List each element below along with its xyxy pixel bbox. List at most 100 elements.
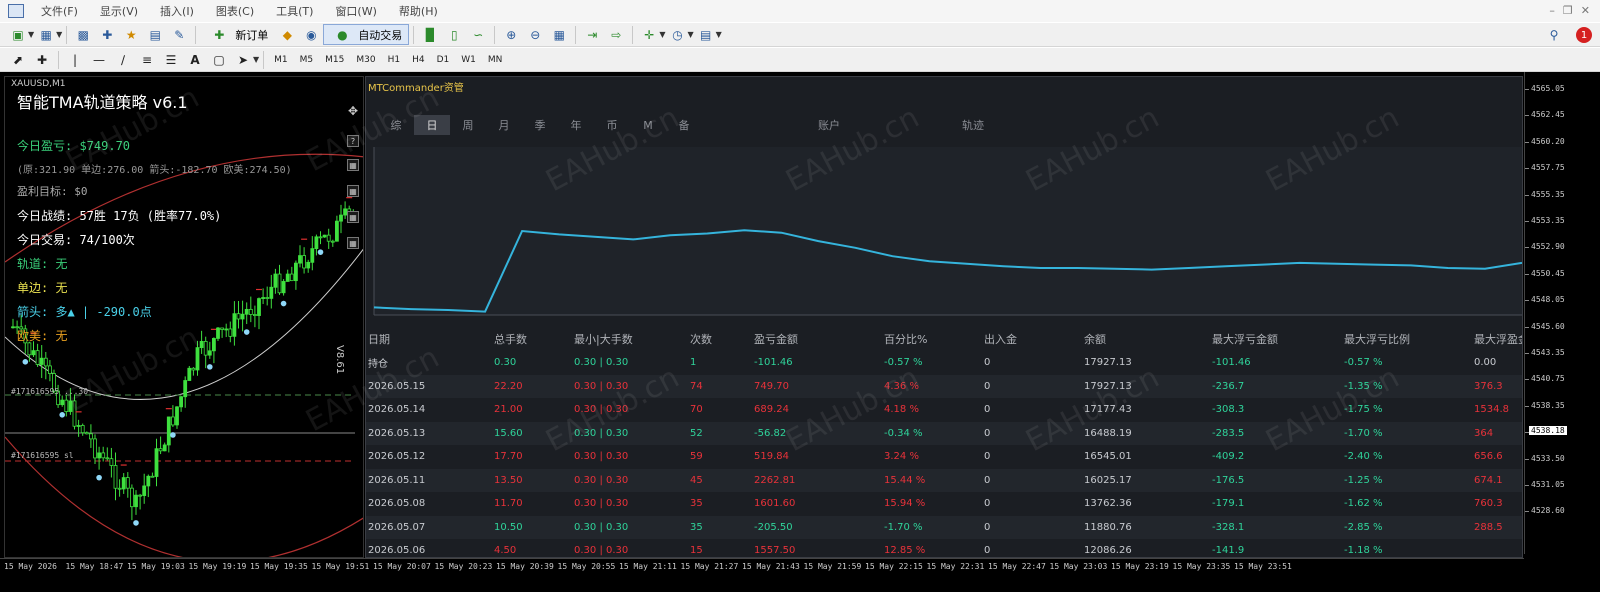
price-chart[interactable]: XAUUSD,M1 智能TMA轨道策略 v6.1 今日盈亏: $749.70 (… <box>4 76 364 558</box>
fibonacci-icon[interactable]: ☰ <box>161 50 181 70</box>
stoploss-tag[interactable]: #171616595 sl <box>11 451 74 460</box>
timeframe-d1[interactable]: D1 <box>431 55 456 65</box>
chart-window[interactable]: XAUUSD,M1 智能TMA轨道策略 v6.1 今日盈亏: $749.70 (… <box>0 72 1600 592</box>
crosshair-icon[interactable]: ✚ <box>32 50 52 70</box>
timeframe-m30[interactable]: M30 <box>350 55 381 65</box>
cursor-icon[interactable]: ⬈ <box>8 50 28 70</box>
tab-currency[interactable]: 币 <box>594 115 630 135</box>
table-row[interactable]: 持仓 0.30 0.30 | 0.30 1 -101.46 -0.57 % 0 17927.1… <box>366 351 1522 375</box>
table-row[interactable]: 2026.05.08 11.70 0.30 | 0.30 35 1601.60 15.94… <box>366 492 1522 516</box>
timeframe-h1[interactable]: H1 <box>382 55 407 65</box>
indicators-dropdown-icon[interactable]: ▼ <box>659 30 665 39</box>
chart-shift-icon[interactable]: ⇥ <box>582 25 602 45</box>
tab-notes[interactable]: 备 <box>666 115 702 135</box>
periods-icon[interactable]: ◷ <box>667 25 687 45</box>
trendline-icon[interactable]: ∕ <box>113 50 133 70</box>
new-chart-dropdown-icon[interactable]: ▼ <box>28 30 34 39</box>
arrows-icon[interactable]: ➤ <box>233 50 253 70</box>
terminal-icon[interactable]: ▤ <box>145 25 165 45</box>
column-header[interactable]: 余额 <box>1084 327 1212 351</box>
column-header[interactable]: 最大浮盈金 <box>1474 327 1522 351</box>
menu-file[interactable]: 文件(F) <box>30 3 89 19</box>
timeframe-m15[interactable]: M15 <box>319 55 350 65</box>
arrows-dropdown-icon[interactable]: ▼ <box>253 55 259 64</box>
tab-track[interactable]: 轨迹 <box>962 117 984 133</box>
table-row[interactable]: 2026.05.15 22.20 0.30 | 0.30 74 749.70 4.36 %… <box>366 374 1522 398</box>
column-header[interactable]: 出入金 <box>984 327 1084 351</box>
tab-week[interactable]: 周 <box>450 115 486 135</box>
column-header[interactable]: 最大浮亏金额 <box>1212 327 1344 351</box>
new-order-button[interactable]: ✚ 新订单 <box>200 24 275 45</box>
tab-month[interactable]: 月 <box>486 115 522 135</box>
time-axis[interactable]: 15 May 2026 15 May 18:47 15 May 19:03 15 Ma… <box>0 558 1524 574</box>
help-icon[interactable]: ? <box>347 135 359 147</box>
timeframe-h4[interactable]: H4 <box>406 55 431 65</box>
menu-charts[interactable]: 图表(C) <box>205 3 265 19</box>
menu-view[interactable]: 显示(V) <box>89 3 149 19</box>
column-header[interactable]: 日期 <box>366 327 494 351</box>
tab-year[interactable]: 年 <box>558 115 594 135</box>
table-row[interactable]: 2026.05.12 17.70 0.30 | 0.30 59 519.84 3.24 %… <box>366 445 1522 469</box>
profiles-icon[interactable]: ▦ <box>36 25 56 45</box>
line-chart-icon[interactable]: ∽ <box>468 25 488 45</box>
channel-icon[interactable]: ≡ <box>137 50 157 70</box>
menu-tools[interactable]: 工具(T) <box>265 3 324 19</box>
price-axis[interactable]: 4565.05 4562.45 4560.20 4557.75 4555.35 4553.… <box>1524 72 1600 554</box>
menu-insert[interactable]: 插入(I) <box>149 3 205 19</box>
community-icon[interactable]: ◉ <box>301 25 321 45</box>
auto-scroll-icon[interactable]: ⇨ <box>606 25 626 45</box>
tab-summary[interactable]: 综 <box>378 115 414 135</box>
panel-button-3[interactable]: ▦ <box>347 211 359 223</box>
horizontal-line-icon[interactable]: — <box>89 50 109 70</box>
tile-windows-icon[interactable]: ▦ <box>549 25 569 45</box>
column-header[interactable]: 百分比% <box>884 327 984 351</box>
menu-window[interactable]: 窗口(W) <box>324 3 387 19</box>
order-tag[interactable]: #171616595 ...30 <box>11 387 88 396</box>
tab-account[interactable]: 账户 <box>818 117 840 133</box>
timeframe-m5[interactable]: M5 <box>294 55 320 65</box>
column-header[interactable]: 最大浮亏比例 <box>1344 327 1474 351</box>
panel-button-2[interactable]: ▦ <box>347 185 359 197</box>
text-label-icon[interactable]: ▢ <box>209 50 229 70</box>
panel-button-1[interactable]: ▦ <box>347 159 359 171</box>
table-row[interactable]: 2026.05.06 4.50 0.30 | 0.30 15 1557.50 12.85 … <box>366 539 1522 557</box>
periods-dropdown-icon[interactable]: ▼ <box>687 30 693 39</box>
timeframe-w1[interactable]: W1 <box>455 55 482 65</box>
column-header[interactable]: 次数 <box>690 327 754 351</box>
timeframe-m1[interactable]: M1 <box>268 55 294 65</box>
column-header[interactable]: 总手数 <box>494 327 574 351</box>
menu-help[interactable]: 帮助(H) <box>388 3 449 19</box>
timeframe-mn[interactable]: MN <box>482 55 509 65</box>
templates-dropdown-icon[interactable]: ▼ <box>716 30 722 39</box>
minimize-icon[interactable]: – <box>1549 4 1555 17</box>
zoom-out-icon[interactable]: ⊖ <box>525 25 545 45</box>
tab-day[interactable]: 日 <box>414 115 450 135</box>
table-row[interactable]: 2026.05.07 10.50 0.30 | 0.30 35 -205.50 -1.70… <box>366 515 1522 539</box>
table-row[interactable]: 2026.05.13 15.60 0.30 | 0.30 52 -56.82 -0.34 … <box>366 421 1522 445</box>
metaeditor-icon[interactable]: ◆ <box>277 25 297 45</box>
navigator-icon[interactable]: ★ <box>121 25 141 45</box>
data-window-icon[interactable]: ✚ <box>97 25 117 45</box>
notification-badge[interactable]: 1 <box>1576 27 1592 43</box>
close-icon[interactable]: ✕ <box>1581 4 1590 17</box>
panel-button-4[interactable]: ▦ <box>347 237 359 249</box>
vertical-line-icon[interactable]: | <box>65 50 85 70</box>
new-chart-icon[interactable]: ▣ <box>8 25 28 45</box>
zoom-in-icon[interactable]: ⊕ <box>501 25 521 45</box>
candlestick-icon[interactable]: ▯ <box>444 25 464 45</box>
indicators-icon[interactable]: ✛ <box>639 25 659 45</box>
auto-trading-button[interactable]: ● 自动交易 <box>323 24 410 45</box>
column-header[interactable]: 最小|大手数 <box>574 327 690 351</box>
text-tool-icon[interactable]: A <box>185 50 205 70</box>
table-row[interactable]: 2026.05.14 21.00 0.30 | 0.30 70 689.24 4.18 %… <box>366 398 1522 422</box>
restore-icon[interactable]: ❐ <box>1563 4 1573 17</box>
market-watch-icon[interactable]: ▩ <box>73 25 93 45</box>
table-row[interactable]: 2026.05.11 13.50 0.30 | 0.30 45 2262.81 15.44… <box>366 468 1522 492</box>
tab-magic[interactable]: M <box>630 115 666 135</box>
move-icon[interactable]: ✥ <box>347 104 359 118</box>
bar-chart-icon[interactable]: ▉ <box>420 25 440 45</box>
profiles-dropdown-icon[interactable]: ▼ <box>56 30 62 39</box>
search-icon[interactable]: ⚲ <box>1544 25 1564 45</box>
tab-quarter[interactable]: 季 <box>522 115 558 135</box>
column-header[interactable]: 盈亏金额 <box>754 327 884 351</box>
